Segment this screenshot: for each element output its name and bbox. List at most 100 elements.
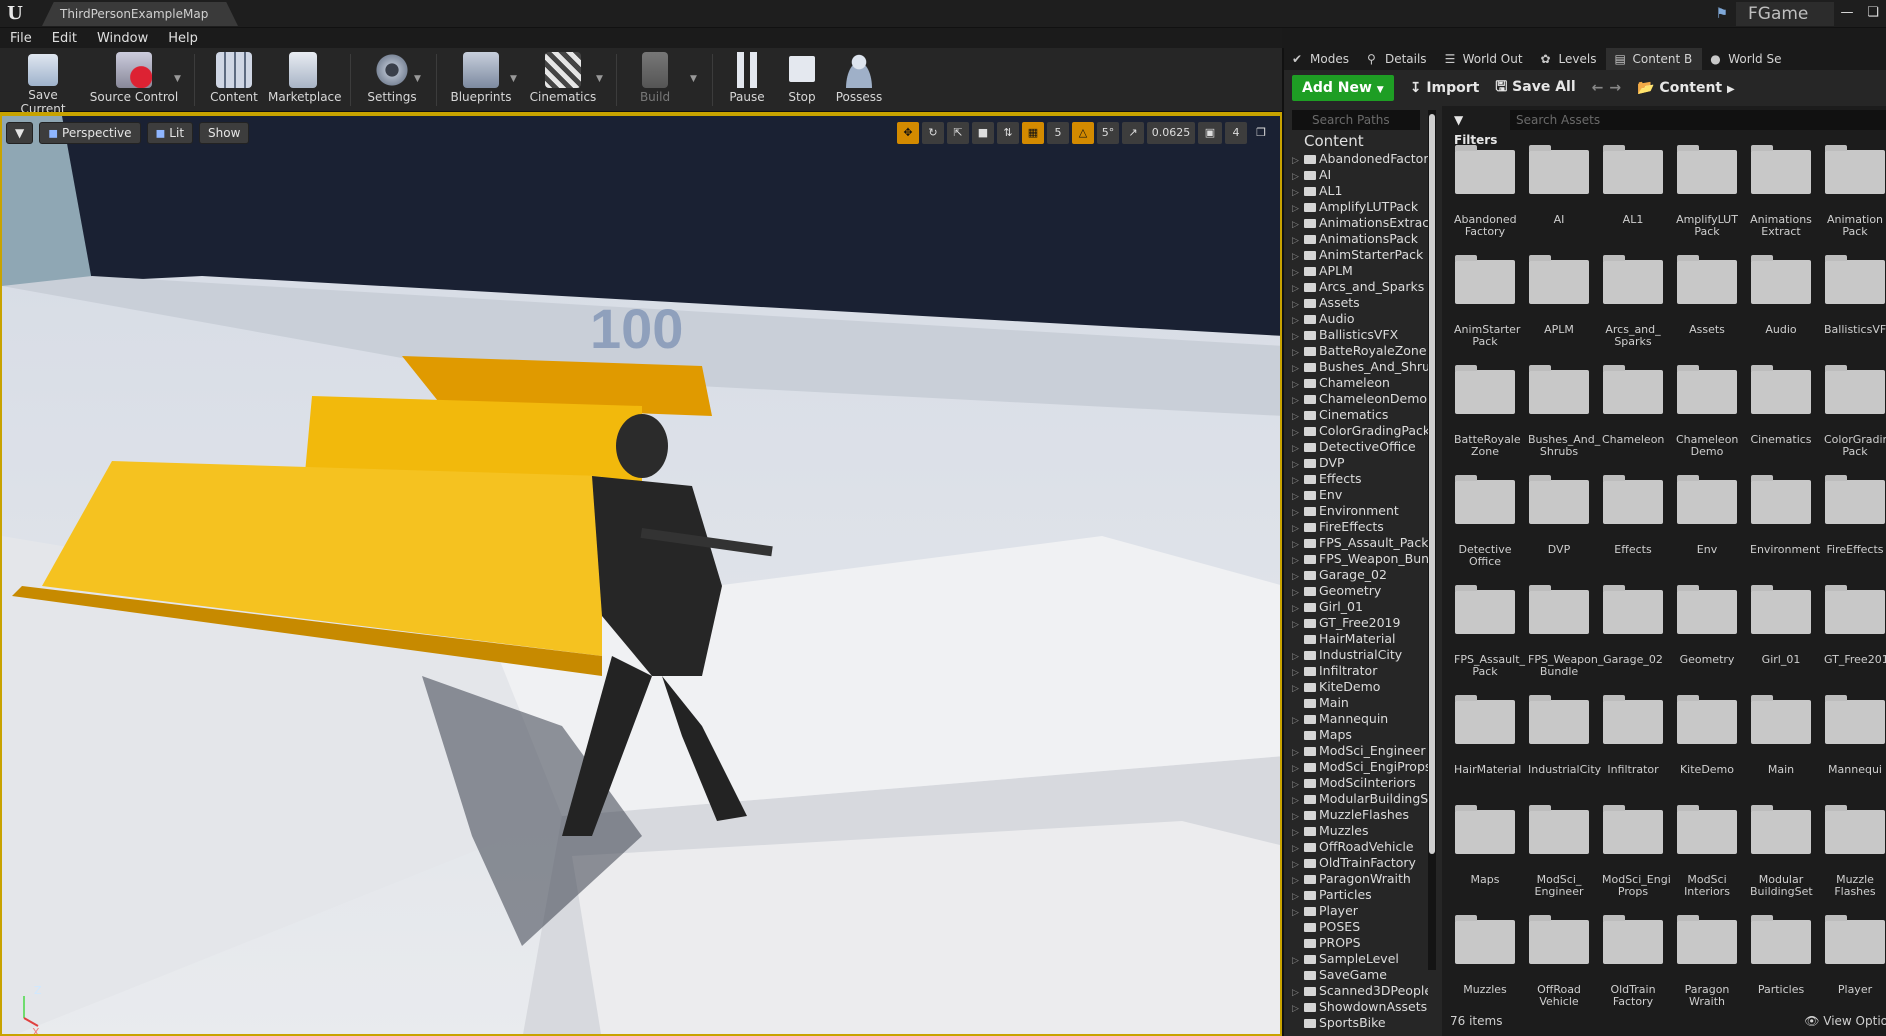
expand-arrow-icon[interactable]: ▷ [1292, 474, 1304, 486]
tree-item[interactable]: ▷ ModSci_Engineer [1292, 744, 1428, 758]
lit-button[interactable]: ◼ Lit [146, 122, 194, 144]
expand-arrow-icon[interactable]: ▷ [1292, 762, 1304, 774]
tree-item[interactable]: ▷ Effects [1292, 472, 1428, 486]
tree-item[interactable]: SaveGame [1292, 968, 1428, 982]
forward-arrow-icon[interactable]: → [1609, 80, 1621, 96]
stop-button[interactable]: Stop [778, 50, 826, 110]
rotation-snap-value[interactable]: 5° [1097, 122, 1119, 144]
tree-item[interactable]: ▷ OldTrainFactory [1292, 856, 1428, 870]
perspective-button[interactable]: ◼ Perspective [39, 122, 141, 144]
asset-tile[interactable]: BatteRoyale Zone [1454, 360, 1521, 458]
tree-item[interactable]: ▷ BallisticsVFX [1292, 328, 1428, 342]
tree-item[interactable]: ▷ SampleLevel [1292, 952, 1428, 966]
expand-arrow-icon[interactable]: ▷ [1292, 378, 1304, 390]
expand-arrow-icon[interactable]: ▷ [1292, 362, 1304, 374]
expand-arrow-icon[interactable]: ▷ [1292, 554, 1304, 566]
asset-tile[interactable]: Audio [1750, 250, 1812, 336]
asset-tile[interactable]: HairMaterial [1454, 690, 1521, 776]
filters-button[interactable]: ▼ Filters [1448, 110, 1504, 147]
tree-item[interactable]: ▷ ParagonWraith [1292, 872, 1428, 886]
tab-modes[interactable]: ✔ Modes [1284, 48, 1359, 70]
asset-tile[interactable]: Chameleon Demo [1676, 360, 1738, 458]
tree-item[interactable]: ▷ APLM [1292, 264, 1428, 278]
expand-arrow-icon[interactable]: ▷ [1292, 586, 1304, 598]
asset-tile[interactable]: AnimStarter Pack [1454, 250, 1520, 348]
expand-arrow-icon[interactable]: ▷ [1292, 442, 1304, 454]
asset-tile[interactable]: Environment [1750, 470, 1820, 556]
path-breadcrumb[interactable]: 📂 Content ▶ [1637, 80, 1735, 96]
tree-item[interactable]: ▷ AI [1292, 168, 1428, 182]
cinematics-dropdown-icon[interactable]: ▼ [596, 74, 603, 84]
tree-item[interactable]: ▷ DetectiveOffice [1292, 440, 1428, 454]
tree-item[interactable]: Main [1292, 696, 1428, 710]
asset-tile[interactable]: Bushes_And_ Shrubs [1528, 360, 1600, 458]
grid-snap-value[interactable]: 5 [1047, 122, 1069, 144]
expand-arrow-icon[interactable]: ▷ [1292, 490, 1304, 502]
build-dropdown-icon[interactable]: ▼ [690, 74, 697, 84]
tree-item[interactable]: ▷ ModularBuildingSet [1292, 792, 1428, 806]
tree-item[interactable]: ▷ ModSci_EngiProps [1292, 760, 1428, 774]
tree-item[interactable]: ▷ Garage_02 [1292, 568, 1428, 582]
source-control-status-icon[interactable]: ⚑ [1715, 6, 1728, 22]
expand-arrow-icon[interactable]: ▷ [1292, 298, 1304, 310]
scale-mode-icon[interactable]: ⇱ [947, 122, 969, 144]
asset-tile[interactable]: Infiltrator [1602, 690, 1664, 776]
expand-arrow-icon[interactable]: ▷ [1292, 346, 1304, 358]
tree-item[interactable]: ▷ Bushes_And_Shrubs [1292, 360, 1428, 374]
tree-item[interactable]: ▷ AbandonedFactory [1292, 152, 1428, 166]
tree-item[interactable]: ▷ ChameleonDemo [1292, 392, 1428, 406]
save-all-button[interactable]: 🖫 Save All [1495, 76, 1575, 100]
asset-tile[interactable]: IndustrialCity [1528, 690, 1601, 776]
tree-item[interactable]: ▷ AmplifyLUTPack [1292, 200, 1428, 214]
tab-world-settings[interactable]: ● World Se [1702, 48, 1791, 70]
import-button[interactable]: ↧ Import [1410, 80, 1480, 96]
expand-arrow-icon[interactable]: ▷ [1292, 282, 1304, 294]
view-options-button[interactable]: 👁 View Optio [1804, 1014, 1886, 1028]
expand-arrow-icon[interactable]: ▷ [1292, 506, 1304, 518]
expand-arrow-icon[interactable]: ▷ [1292, 906, 1304, 918]
tree-item[interactable]: ▷ Muzzles [1292, 824, 1428, 838]
tree-item[interactable]: ▷ KiteDemo [1292, 680, 1428, 694]
asset-tile[interactable]: ModSci Interiors [1676, 800, 1738, 898]
asset-tile[interactable]: Muzzle Flashes [1824, 800, 1886, 898]
asset-tile[interactable]: Effects [1602, 470, 1664, 556]
asset-tile[interactable]: FPS_Weapon_ Bundle [1528, 580, 1603, 678]
asset-tile[interactable]: BallisticsVF [1824, 250, 1886, 336]
expand-arrow-icon[interactable]: ▷ [1292, 794, 1304, 806]
back-arrow-icon[interactable]: ← [1592, 80, 1604, 96]
tree-item[interactable]: ▷ FireEffects [1292, 520, 1428, 534]
grid-snap-icon[interactable]: ▦ [1022, 122, 1044, 144]
tab-levels[interactable]: ✿ Levels [1533, 48, 1607, 70]
menu-help[interactable]: Help [158, 31, 208, 46]
tree-item[interactable]: ▷ Scanned3DPeople [1292, 984, 1428, 998]
expand-arrow-icon[interactable]: ▷ [1292, 810, 1304, 822]
tree-item[interactable]: ▷ Player [1292, 904, 1428, 918]
search-assets-input[interactable]: Search Assets [1510, 110, 1886, 130]
tree-item[interactable]: ▷ Geometry [1292, 584, 1428, 598]
tree-item[interactable]: ▷ Cinematics [1292, 408, 1428, 422]
asset-tile[interactable]: Modular BuildingSet [1750, 800, 1813, 898]
asset-tile[interactable]: Muzzles [1454, 910, 1516, 996]
expand-arrow-icon[interactable]: ▷ [1292, 890, 1304, 902]
expand-arrow-icon[interactable]: ▷ [1292, 778, 1304, 790]
cinematics-button[interactable]: Cinematics [528, 50, 598, 110]
viewport-options-button[interactable]: ▼ [6, 122, 34, 144]
tree-item[interactable]: ▷ ColorGradingPack [1292, 424, 1428, 438]
asset-tile[interactable]: FPS_Assault_ Pack [1454, 580, 1525, 678]
surface-snap-icon[interactable]: ⇅ [997, 122, 1019, 144]
scale-snap-value[interactable]: 0.0625 [1147, 122, 1195, 144]
asset-tile[interactable]: Girl_01 [1750, 580, 1812, 666]
tree-item[interactable]: HairMaterial [1292, 632, 1428, 646]
asset-tile[interactable]: Maps [1454, 800, 1516, 886]
expand-arrow-icon[interactable]: ▷ [1292, 250, 1304, 262]
tree-item[interactable]: ▷ ShowdownAssets [1292, 1000, 1428, 1014]
tree-item[interactable]: ▷ Audio [1292, 312, 1428, 326]
expand-arrow-icon[interactable]: ▷ [1292, 570, 1304, 582]
tab-content-browser[interactable]: ▤ Content B [1606, 48, 1703, 70]
tree-item[interactable]: ▷ MuzzleFlashes [1292, 808, 1428, 822]
asset-tile[interactable]: AI [1528, 140, 1590, 226]
expand-arrow-icon[interactable]: ▷ [1292, 426, 1304, 438]
expand-arrow-icon[interactable]: ▷ [1292, 714, 1304, 726]
menu-window[interactable]: Window [87, 31, 158, 46]
asset-tile[interactable]: Animation Pack [1824, 140, 1886, 238]
